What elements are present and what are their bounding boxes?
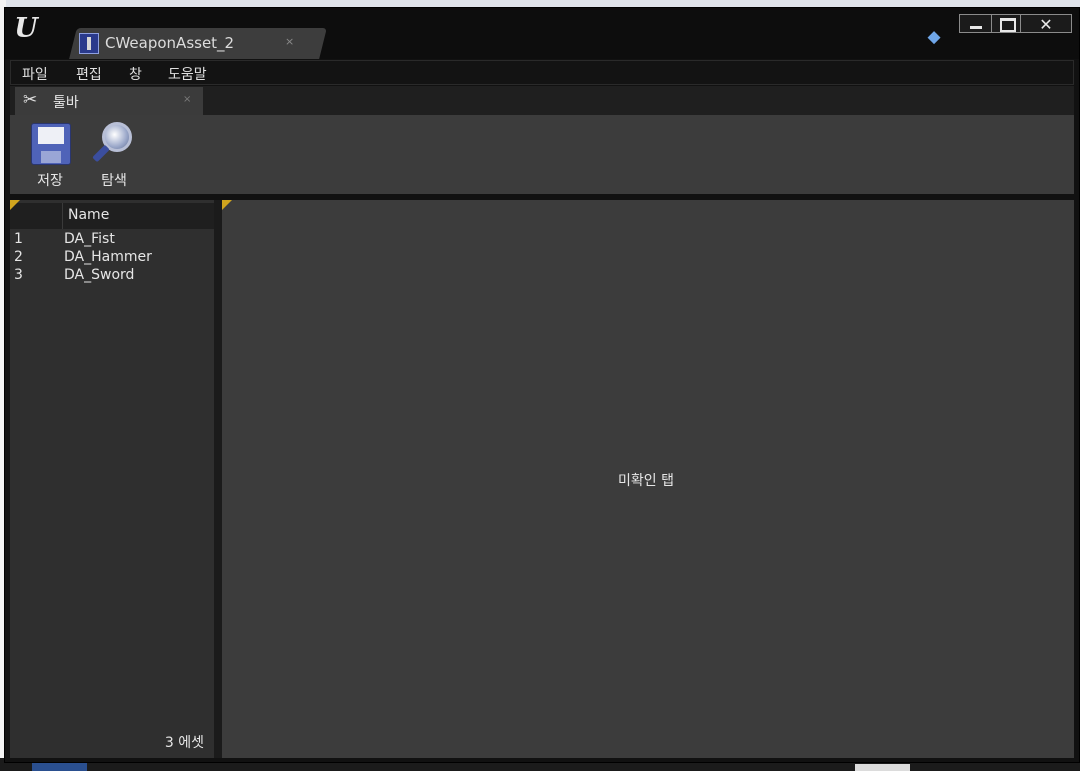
asset-editor-window: U CWeaponAsset_2 × ◆ ✕ 파일 편집 창 도움말 ✂ 툴바 …	[4, 7, 1080, 763]
panel-corner-marker	[222, 200, 232, 210]
panel-corner-marker	[10, 200, 20, 210]
column-divider[interactable]	[62, 203, 63, 229]
title-bar[interactable]: U CWeaponAsset_2 × ◆ ✕	[5, 8, 1079, 59]
taskbar-item	[32, 763, 87, 771]
menu-help[interactable]: 도움말	[168, 64, 207, 84]
row-asset-name: DA_Sword	[64, 267, 135, 283]
list-item[interactable]: 3 DA_Sword	[10, 267, 214, 285]
save-icon	[31, 123, 71, 165]
asset-count-label: 3 에셋	[164, 735, 204, 751]
menu-window[interactable]: 창	[129, 64, 142, 84]
data-asset-icon	[79, 33, 99, 54]
document-tab[interactable]: CWeaponAsset_2 ×	[75, 28, 311, 59]
row-number: 3	[14, 267, 23, 283]
asset-list-header[interactable]: Name	[10, 203, 214, 229]
list-item[interactable]: 1 DA_Fist	[10, 231, 214, 249]
save-button-label: 저장	[37, 173, 63, 189]
wrench-screwdriver-icon: ✂	[23, 90, 38, 110]
save-button[interactable]: 저장	[22, 121, 78, 189]
taskbar-item	[855, 764, 910, 771]
close-button[interactable]: ✕	[1020, 14, 1072, 34]
menu-bar: 파일 편집 창 도움말	[10, 60, 1074, 85]
row-number: 1	[14, 231, 23, 247]
row-asset-name: DA_Fist	[64, 231, 115, 247]
list-item[interactable]: 2 DA_Hammer	[10, 249, 214, 267]
toolbar-tab[interactable]: ✂ 툴바 ×	[15, 87, 203, 115]
maximize-button[interactable]	[991, 14, 1021, 33]
minimize-button[interactable]	[959, 14, 992, 33]
close-icon: ✕	[1039, 15, 1053, 34]
maximize-icon	[1000, 18, 1016, 32]
toolbar-tab-label: 툴바	[53, 95, 79, 111]
unrecognized-tab-label: 미확인 탭	[618, 473, 674, 489]
name-column-header[interactable]: Name	[68, 207, 109, 223]
toolbar: 저장 탐색	[10, 115, 1074, 194]
document-tab-close-icon[interactable]: ×	[285, 35, 294, 48]
row-number: 2	[14, 249, 23, 265]
browse-button-label: 탐색	[101, 173, 127, 189]
tutorial-graduation-cap-icon[interactable]: ◆	[923, 27, 945, 47]
unreal-logo-icon: U	[14, 13, 38, 44]
minimize-icon	[970, 26, 982, 29]
details-panel: 미확인 탭	[222, 200, 1074, 758]
browse-button[interactable]: 탐색	[86, 121, 142, 189]
toolbar-tab-close-icon[interactable]: ×	[183, 94, 191, 105]
row-asset-name: DA_Hammer	[64, 249, 152, 265]
menu-edit[interactable]: 편집	[76, 64, 102, 84]
panel-splitter[interactable]	[214, 200, 222, 758]
menu-file[interactable]: 파일	[22, 64, 48, 84]
toolbar-tab-row: ✂ 툴바 ×	[10, 86, 1074, 115]
document-tab-label: CWeaponAsset_2	[105, 34, 235, 52]
asset-list-panel: Name 1 DA_Fist 2 DA_Hammer 3 DA_Sword 3 …	[10, 200, 214, 758]
